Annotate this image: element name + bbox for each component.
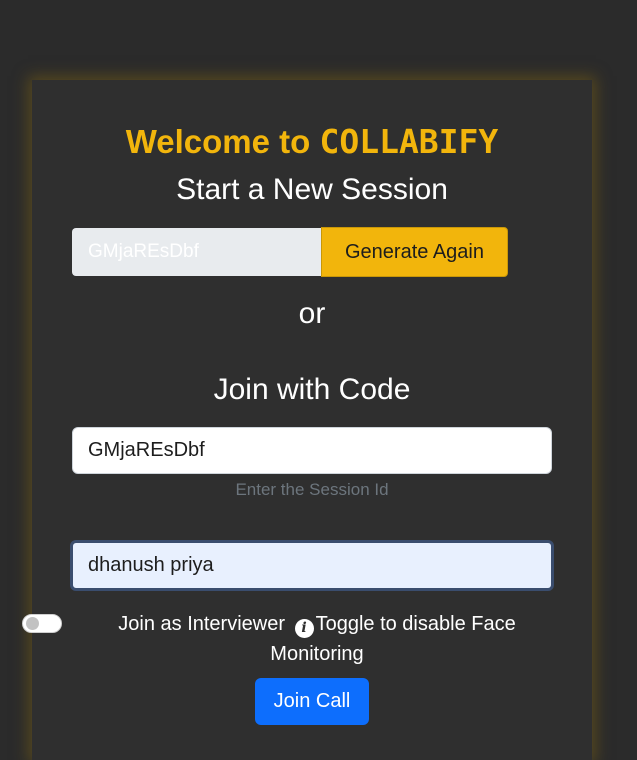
generate-session-group: Generate Again bbox=[72, 227, 508, 278]
join-with-code-heading: Join with Code bbox=[213, 373, 411, 406]
join-as-interviewer-label: Join as Interviewer bbox=[118, 613, 286, 635]
toggle-knob bbox=[26, 617, 39, 630]
session-code-input[interactable] bbox=[72, 427, 552, 474]
interviewer-toggle[interactable] bbox=[22, 614, 62, 633]
title-prefix: Welcome to bbox=[125, 123, 320, 160]
new-session-heading: Start a New Session bbox=[176, 173, 448, 206]
generated-session-id-field[interactable] bbox=[72, 228, 321, 276]
name-input[interactable] bbox=[70, 540, 554, 591]
brand-name: COLLABIFY bbox=[319, 122, 499, 161]
interviewer-toggle-label: Join as Interviewer i Toggle to disable F… bbox=[92, 609, 542, 669]
info-icon: i bbox=[294, 619, 314, 638]
session-id-hint: Enter the Session Id bbox=[235, 480, 389, 499]
or-separator: or bbox=[298, 297, 326, 330]
generate-again-button[interactable]: Generate Again bbox=[321, 227, 508, 277]
join-call-button[interactable]: Join Call bbox=[255, 678, 369, 725]
page-title: Welcome to COLLABIFY bbox=[0, 122, 624, 161]
